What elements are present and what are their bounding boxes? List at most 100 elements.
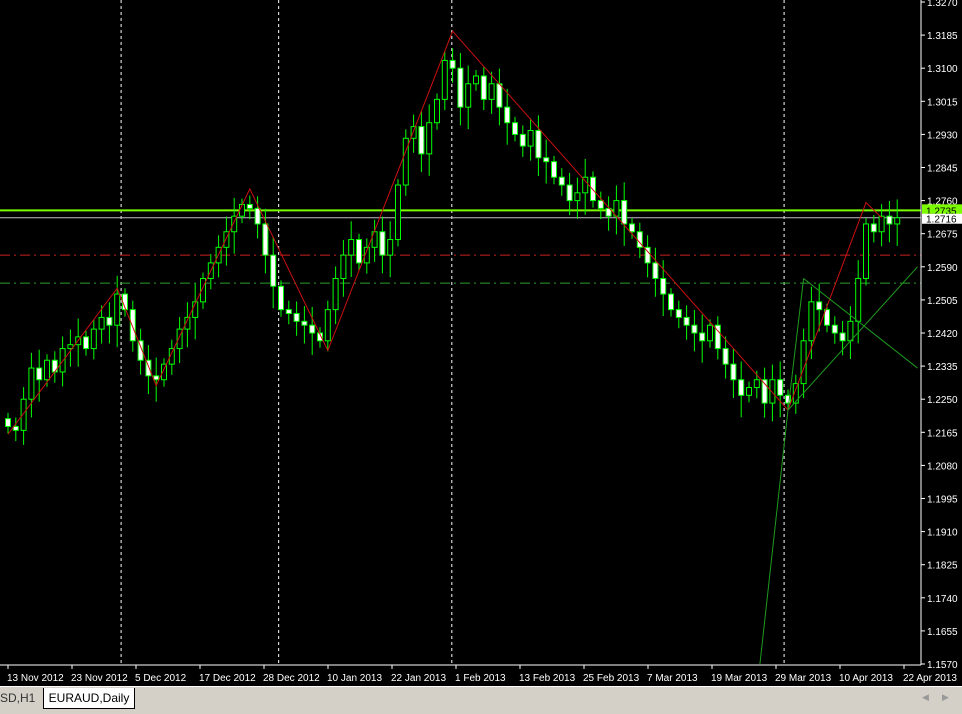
bear-candle (590, 176, 596, 202)
bear-candle (83, 336, 89, 350)
time-tick-label: 13 Nov 2012 (7, 673, 64, 684)
price-tick-label: 1.1655 (927, 627, 958, 638)
bear-candle (12, 425, 19, 431)
bull-candle (114, 293, 121, 326)
bear-candle (36, 367, 43, 381)
bull-candle (863, 223, 869, 279)
bear-candle (254, 207, 261, 225)
bull-candle (44, 359, 50, 381)
bull-candle (847, 320, 854, 342)
time-tick-label: 25 Feb 2013 (583, 673, 640, 684)
bull-candle (707, 324, 713, 342)
bear-candle (535, 130, 542, 159)
bear-candle (309, 324, 316, 334)
bull-candle (324, 309, 331, 342)
bear-candle (379, 231, 386, 256)
bull-candle (434, 98, 440, 124)
bear-candle (722, 348, 729, 365)
trendline (787, 266, 918, 411)
bull-candle (753, 379, 760, 389)
bear-candle (831, 324, 838, 334)
bear-candle (246, 203, 253, 209)
bear-candle (449, 59, 456, 69)
scroll-left-icon[interactable]: ◀ (922, 692, 929, 703)
bull-candle (746, 387, 752, 396)
price-tick-label: 1.1995 (927, 495, 958, 506)
bear-candle (652, 262, 659, 279)
bear-candle (683, 316, 690, 326)
bear-candle (5, 418, 11, 427)
bull-candle (332, 277, 339, 311)
price-tick-label: 1.3100 (927, 64, 958, 75)
bull-candle (20, 398, 27, 431)
time-tick-label: 13 Feb 2013 (519, 673, 576, 684)
bull-candle (465, 83, 472, 108)
bear-candle (629, 223, 635, 233)
time-tick-label: 7 Mar 2013 (647, 673, 698, 684)
price-tick-label: 1.2505 (927, 296, 958, 307)
bear-candle (675, 309, 682, 318)
price-tick-label: 1.2845 (927, 164, 958, 175)
bear-candle (457, 67, 464, 108)
scroll-right-icon[interactable]: ▶ (942, 692, 949, 703)
time-tick-label: 5 Dec 2012 (135, 673, 187, 684)
bear-candle (816, 301, 823, 311)
bear-candle (597, 200, 604, 209)
bear-candle (699, 332, 706, 342)
bull-candle (769, 379, 776, 404)
bear-candle (738, 379, 745, 396)
bear-candle (293, 313, 300, 322)
price-tick-label: 1.2335 (927, 362, 958, 373)
bull-candle (59, 348, 66, 373)
tab-euraud-daily[interactable]: EURAUD,Daily (43, 688, 135, 709)
bear-candle (886, 215, 893, 225)
price-tick-label: 1.2165 (927, 428, 958, 439)
time-tick-label: 19 Mar 2013 (711, 673, 768, 684)
bear-candle (356, 239, 362, 264)
bear-candle (270, 254, 277, 287)
bull-candle (894, 217, 901, 225)
bull-candle (574, 192, 581, 202)
time-tick-label: 28 Dec 2012 (263, 673, 320, 684)
price-tick-label: 1.3185 (927, 31, 958, 42)
price-chart[interactable]: 1.3270 1.3185 1.3100 1.3015 1.2930 1.2845 1.27… (0, 0, 962, 686)
bull-candle (387, 239, 394, 256)
bull-candle (488, 83, 495, 100)
bear-candle (504, 106, 511, 124)
price-tick-label: 1.2590 (927, 263, 958, 274)
price-tick-label: 1.1825 (927, 561, 958, 572)
time-tick-label: 10 Apr 2013 (839, 673, 893, 684)
time-tick-label: 10 Jan 2013 (327, 673, 382, 684)
bear-candle (278, 285, 284, 311)
bull-candle (28, 367, 35, 400)
bull-candle (527, 130, 534, 147)
bull-candle (426, 122, 433, 155)
bear-candle (543, 157, 550, 163)
time-tick-label: 23 Nov 2012 (71, 673, 128, 684)
bear-candle (496, 83, 503, 108)
bear-candle (129, 309, 136, 342)
time-tick-label: 22 Jan 2013 (391, 673, 446, 684)
bull-candle (808, 301, 815, 342)
price-tick-label: 1.3270 (927, 0, 958, 9)
bear-candle (777, 379, 784, 396)
bear-candle (285, 309, 292, 315)
bear-candle (839, 332, 846, 342)
bear-candle (691, 324, 698, 334)
tab-usd-h1[interactable]: SD,H1 (0, 688, 42, 708)
bear-candle (153, 375, 160, 381)
bull-candle (855, 277, 862, 322)
bull-candle (98, 316, 105, 330)
bear-candle (668, 293, 674, 311)
price-tick-label: 1.2250 (927, 395, 958, 406)
bear-candle (519, 133, 526, 147)
bear-candle (301, 320, 308, 326)
bear-candle (566, 184, 573, 202)
bull-candle (340, 254, 347, 279)
bear-candle (730, 363, 737, 381)
price-tick-label: 1.3015 (927, 97, 958, 108)
bear-candle (51, 359, 58, 373)
time-tick-label: 22 Apr 2013 (903, 673, 957, 684)
bear-candle (106, 316, 113, 326)
time-tick-label: 17 Dec 2012 (199, 673, 256, 684)
